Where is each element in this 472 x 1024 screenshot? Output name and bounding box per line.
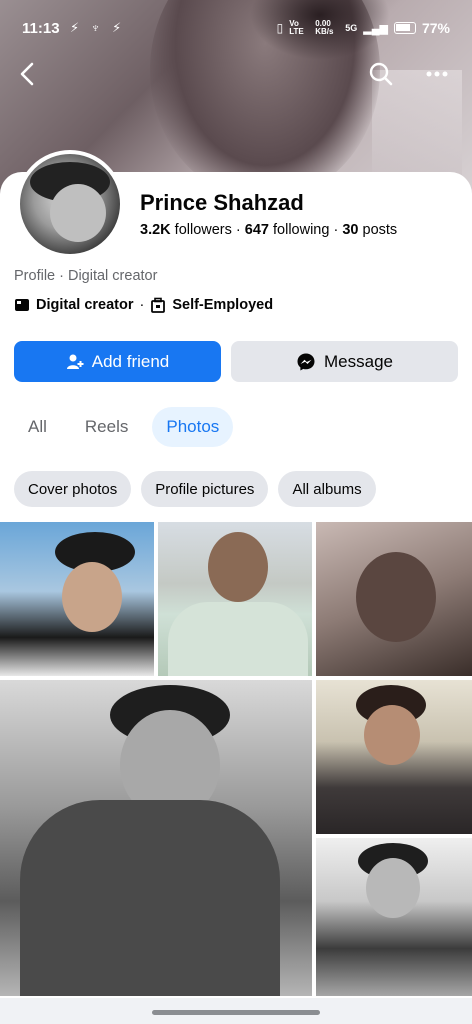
more-icon [426,71,448,77]
chip-cover-photos[interactable]: Cover photos [14,471,132,507]
content-tabs: All Reels Photos [14,406,234,448]
photo-subject-shirt [168,602,308,676]
messenger-icon [297,353,315,370]
photo-subject [208,532,268,602]
status-notification-icons: ⚡ ♆ ⚡ [70,20,126,35]
signal-icon: ▂▄▆ [363,22,388,35]
photo-thumbnail[interactable] [158,522,312,676]
photo-thumbnail[interactable] [316,680,472,834]
photo-subject [62,562,122,632]
chip-all-albums[interactable]: All albums [278,471,376,507]
photo-thumbnail[interactable] [316,522,472,676]
avatar[interactable] [16,150,124,258]
profile-category: Profile · Digital creator [14,268,158,284]
add-user-icon [66,354,84,369]
tab-reels[interactable]: Reels [71,407,142,447]
photo-thumbnail[interactable] [316,838,472,996]
more-button[interactable] [424,61,450,87]
following-stat[interactable]: 647 following [245,222,330,238]
message-button[interactable]: Message [231,341,458,382]
network-speed: 0.00 KB/s [315,19,334,36]
network-type: Vo LTE [289,19,304,36]
profile-stats: 3.2K followers · 647 following · 30 post… [140,222,397,238]
followers-stat[interactable]: 3.2K followers [140,222,232,238]
album-chips: Cover photos Profile pictures All albums [14,471,376,507]
posts-stat: 30 posts [342,222,398,238]
tab-all[interactable]: All [14,407,61,447]
status-bar: 11:13 ⚡ ♆ ⚡ ▯ Vo LTE 0.00 KB/s 5G ▂▄▆ 77… [0,0,472,58]
chevron-left-icon [20,62,34,86]
avatar-face [50,184,106,242]
profile-name: Prince Shahzad [140,190,304,215]
photo-thumbnail[interactable] [0,522,154,676]
message-label: Message [324,351,393,371]
photo-subject [366,858,420,918]
battery-percent: 77% [421,20,450,36]
tag-employment: Self-Employed [172,297,274,313]
tab-photos[interactable]: Photos [152,407,234,447]
status-right: ▯ Vo LTE 0.00 KB/s 5G ▂▄▆ 77% [276,19,450,37]
briefcase-icon [151,297,166,313]
status-time: 11:13 [22,20,60,37]
tag-separator: · [139,297,145,313]
photo-subject [364,705,420,765]
signal-type: 5G [345,23,358,33]
vibrate-icon: ▯ [276,21,284,35]
add-friend-label: Add friend [91,351,170,371]
home-indicator[interactable] [152,1010,320,1015]
creator-icon [15,299,29,311]
back-button[interactable] [16,60,40,88]
chip-profile-pictures[interactable]: Profile pictures [141,471,269,507]
stat-separator: · [333,222,343,238]
tag-creator: Digital creator [36,297,134,313]
battery-icon [393,22,416,34]
photo-subject-jacket [20,800,280,996]
profile-tags: Digital creator · Self-Employed [14,297,273,313]
stat-separator: · [235,222,245,238]
top-navigation [0,58,472,94]
photo-thumbnail[interactable] [0,680,312,996]
search-button[interactable] [368,61,394,87]
photo-subject [356,552,436,642]
search-icon [369,62,393,86]
add-friend-button[interactable]: Add friend [14,341,221,382]
